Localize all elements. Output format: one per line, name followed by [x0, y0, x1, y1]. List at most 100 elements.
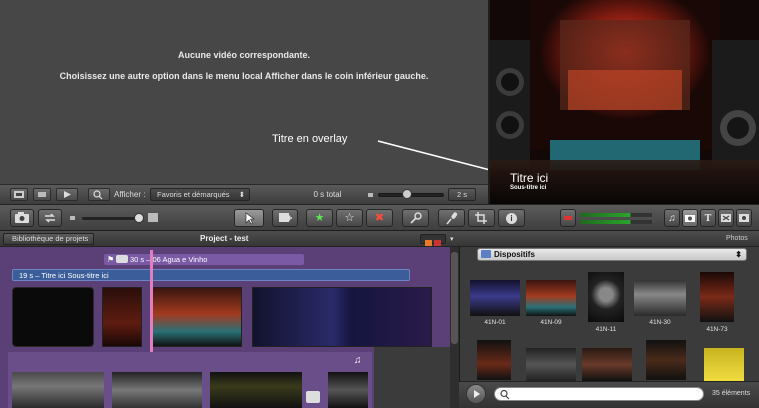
title-t-icon: T	[704, 213, 712, 224]
project-title: Project - test	[200, 234, 249, 243]
photo-count: 35 éléments	[712, 390, 751, 397]
thumbnail-size-thumb[interactable]	[134, 213, 144, 223]
playhead[interactable]	[150, 250, 153, 358]
photo-thumb-5[interactable]	[700, 272, 734, 322]
afficher-select[interactable]: Favoris et démarqués ⬍	[150, 188, 250, 201]
waveform-button[interactable]	[33, 188, 51, 201]
search-filter-button[interactable]	[88, 188, 110, 201]
chevron-updown-icon: ⬍	[238, 190, 245, 199]
empty-message-title: Aucune vidéo correspondante.	[177, 50, 311, 60]
photo-thumb-6[interactable]	[477, 340, 511, 380]
search-icon	[93, 190, 103, 200]
maps-browser-button[interactable]	[736, 209, 752, 227]
transitions-browser-button[interactable]	[718, 209, 734, 227]
black-clip[interactable]	[12, 287, 94, 347]
photo-thumb-10[interactable]	[704, 348, 744, 381]
play-full-button[interactable]	[56, 188, 78, 201]
zoom-small-icon	[368, 193, 373, 197]
microphone-icon	[446, 212, 458, 225]
music-clip[interactable]: ⚑ 30 s – 06 Agua e Vinho	[104, 254, 304, 265]
music-link-icon	[116, 255, 128, 263]
audio-meter-left	[580, 213, 652, 217]
inspector-button[interactable]: i	[498, 209, 525, 227]
storyboard-empty	[374, 347, 450, 408]
keyword-button[interactable]	[402, 209, 429, 227]
zoom-value-field[interactable]: 2 s	[448, 188, 476, 201]
search-icon	[500, 389, 510, 400]
video-clip-3[interactable]	[252, 287, 432, 347]
transition-marker-icon[interactable]	[306, 391, 320, 403]
show-events-button[interactable]	[10, 188, 28, 201]
project-menu-chevron-icon[interactable]: ▾	[450, 235, 454, 243]
video-clip-7[interactable]	[328, 372, 368, 408]
mark-favorite-button[interactable]: ★	[306, 209, 333, 227]
unmark-button[interactable]: ☆	[336, 209, 363, 227]
project-theme-button[interactable]	[420, 234, 446, 246]
project-scrollbar-thumb[interactable]	[451, 252, 458, 344]
project-header: Bibliothèque de projets Project - test ▾	[0, 231, 459, 247]
arrow-tool-button[interactable]	[234, 209, 264, 227]
video-clip-1[interactable]	[102, 287, 142, 347]
play-photos-button[interactable]	[466, 384, 486, 404]
video-clip-4[interactable]	[12, 372, 104, 408]
video-clip-6[interactable]	[210, 372, 302, 408]
film-icon	[14, 191, 24, 198]
zoom-slider-thumb[interactable]	[402, 189, 412, 199]
crop-button[interactable]	[468, 209, 495, 227]
photo-label-5: 41N-73	[706, 326, 728, 333]
photo-search-input[interactable]	[494, 387, 704, 401]
photo-thumb-9[interactable]	[646, 340, 686, 380]
video-clip-2[interactable]	[150, 287, 242, 347]
voiceover-button[interactable]	[438, 209, 465, 227]
empty-message-body: Choisissez une autre option dans le menu…	[59, 71, 429, 81]
event-browser-bar: Afficher : Favoris et démarqués ⬍ 0 s to…	[0, 184, 488, 204]
info-icon: i	[506, 213, 517, 224]
photo-label-1: 41N-01	[484, 319, 506, 326]
thumb-size-large-icon	[148, 213, 158, 222]
photo-browser-button[interactable]	[682, 209, 698, 227]
photo-thumb-8[interactable]	[582, 348, 632, 381]
music-browser-button[interactable]: ♫	[664, 209, 680, 227]
swap-icon	[45, 213, 55, 223]
annotation-label: Titre en overlay	[272, 133, 348, 145]
reject-icon: ✖	[374, 212, 385, 224]
map-icon	[739, 214, 749, 222]
album-icon	[481, 250, 491, 258]
key-icon	[410, 212, 422, 224]
photo-thumb-2[interactable]	[526, 280, 576, 316]
swap-browsers-button[interactable]	[38, 209, 62, 227]
chevron-updown-icon: ⬍	[735, 250, 742, 259]
title-clip[interactable]: 19 s – Titre ici Sous-titre ici	[12, 269, 410, 281]
overlay-subtitle: Sous-titre ici	[510, 185, 547, 191]
music-note-icon: ♫	[668, 213, 676, 224]
arrow-cursor-icon	[245, 212, 255, 225]
overlay-title: Titre ici	[510, 171, 549, 185]
album-select[interactable]: Dispositifs ⬍	[477, 248, 747, 261]
main-toolbar: ★ ☆ ✖ i ♫ T	[0, 204, 759, 231]
star-icon: ★	[314, 212, 325, 224]
add-clip-icon	[279, 213, 292, 222]
music-flag-icon: ⚑	[107, 255, 115, 264]
photo-thumb-7[interactable]	[526, 348, 576, 381]
add-to-project-button[interactable]	[272, 209, 298, 227]
afficher-value: Favoris et démarqués	[157, 190, 230, 199]
volume-button[interactable]	[560, 209, 576, 227]
photos-tab-label: Photos	[726, 235, 748, 242]
titles-browser-button[interactable]: T	[700, 209, 716, 227]
reject-button[interactable]: ✖	[366, 209, 393, 227]
thumbnail-size-slider[interactable]	[82, 217, 142, 220]
afficher-label: Afficher :	[114, 190, 146, 199]
camera-import-button[interactable]	[10, 209, 34, 227]
photo-label-4: 41N-30	[649, 319, 671, 326]
total-duration: 0 s total	[313, 190, 342, 199]
photo-thumb-1[interactable]	[470, 280, 520, 316]
photo-thumb-4[interactable]	[634, 280, 686, 316]
photo-thumb-3[interactable]	[588, 272, 624, 322]
video-clip-5[interactable]	[112, 372, 202, 408]
camera-icon	[15, 212, 29, 223]
thumb-size-small-icon	[70, 216, 75, 220]
transition-icon	[721, 214, 731, 222]
project-library-button[interactable]: Bibliothèque de projets	[3, 233, 95, 245]
album-select-value: Dispositifs	[494, 250, 535, 259]
audio-meter-right	[580, 220, 652, 224]
